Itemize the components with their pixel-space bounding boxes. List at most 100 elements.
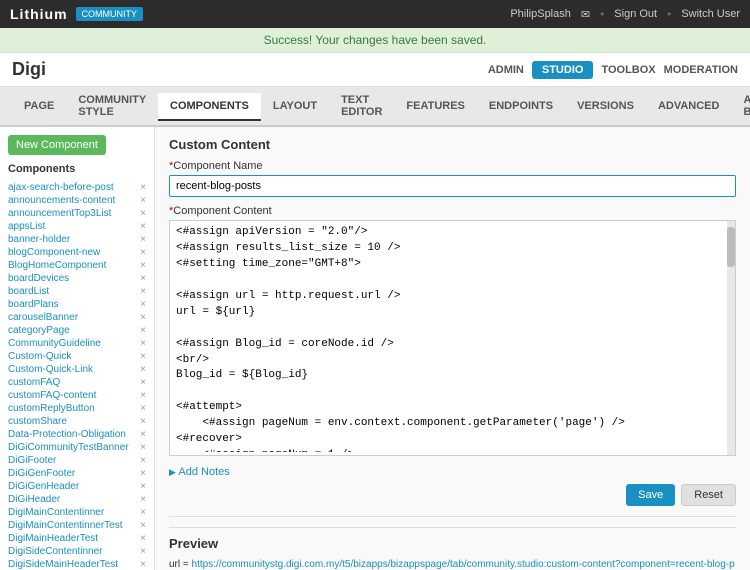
tab-features[interactable]: FEATURES <box>394 93 476 121</box>
component-item-close[interactable]: × <box>140 468 146 479</box>
sidebar-item[interactable]: announcements-content× <box>8 194 146 207</box>
code-scrollbar[interactable] <box>727 221 735 455</box>
custom-content-section: Custom Content *Component Name *Componen… <box>169 137 736 506</box>
component-item-label: customReplyButton <box>8 403 95 414</box>
component-item-close[interactable]: × <box>140 195 146 206</box>
component-item-close[interactable]: × <box>140 403 146 414</box>
save-button[interactable]: Save <box>626 484 675 506</box>
component-item-label: boardList <box>8 286 49 297</box>
component-item-close[interactable]: × <box>140 247 146 258</box>
tab-text-editor[interactable]: TEXT EDITOR <box>329 87 394 127</box>
component-item-close[interactable]: × <box>140 208 146 219</box>
sidebar-item[interactable]: blogComponent-new× <box>8 246 146 259</box>
sidebar-section-title: Components <box>8 163 146 175</box>
sidebar-item[interactable]: customFAQ × <box>8 376 146 389</box>
component-item-close[interactable]: × <box>140 221 146 232</box>
component-item-close[interactable]: × <box>140 455 146 466</box>
tab-community-style[interactable]: COMMUNITY STYLE <box>66 87 158 127</box>
component-item-label: announcementTop3List <box>8 208 111 219</box>
component-item-label: CommunityGuideline <box>8 338 101 349</box>
sidebar-item[interactable]: ajax-search-before-post× <box>8 181 146 194</box>
component-content-textarea[interactable]: <#assign apiVersion = "2.0"/> <#assign r… <box>170 221 727 452</box>
sidebar-item[interactable]: BlogHomeComponent × <box>8 259 146 272</box>
component-item-close[interactable]: × <box>140 429 146 440</box>
sidebar-item[interactable]: announcementTop3List × <box>8 207 146 220</box>
component-item-label: customFAQ <box>8 377 60 388</box>
component-item-close[interactable]: × <box>140 442 146 453</box>
component-item-close[interactable]: × <box>140 273 146 284</box>
component-name-input[interactable] <box>169 175 736 197</box>
sidebar-item[interactable]: boardPlans× <box>8 298 146 311</box>
sidebar-item[interactable]: banner-holder× <box>8 233 146 246</box>
component-item-close[interactable]: × <box>140 364 146 375</box>
component-item-label: DigiSideContentinner <box>8 546 103 557</box>
sidebar-item[interactable]: DiGiGenHeader× <box>8 480 146 493</box>
moderation-link[interactable]: MODERATION <box>664 64 738 76</box>
component-item-close[interactable]: × <box>140 390 146 401</box>
component-item-close[interactable]: × <box>140 377 146 388</box>
reset-button[interactable]: Reset <box>681 484 736 506</box>
tab-endpoints[interactable]: ENDPOINTS <box>477 93 565 121</box>
sidebar-items-list: ajax-search-before-post×announcements-co… <box>8 181 146 570</box>
sidebar-item[interactable]: boardList × <box>8 285 146 298</box>
component-item-close[interactable]: × <box>140 286 146 297</box>
sidebar-item[interactable]: DigiMainContentinner× <box>8 506 146 519</box>
sidebar-item[interactable]: DiGiHeader× <box>8 493 146 506</box>
component-item-close[interactable]: × <box>140 338 146 349</box>
sidebar-item[interactable]: boardDevices× <box>8 272 146 285</box>
component-item-close[interactable]: × <box>140 234 146 245</box>
sidebar-item[interactable]: Custom-Quick-Link× <box>8 363 146 376</box>
sidebar-item[interactable]: DigiSideMainHeaderTest× <box>8 558 146 570</box>
component-item-close[interactable]: × <box>140 507 146 518</box>
component-item-label: BlogHomeComponent <box>8 260 106 271</box>
section-title: Custom Content <box>169 137 736 152</box>
tab-page[interactable]: PAGE <box>12 93 66 121</box>
sidebar-item[interactable]: Custom-Quick× <box>8 350 146 363</box>
component-item-close[interactable]: × <box>140 481 146 492</box>
sidebar-item[interactable]: appsList× <box>8 220 146 233</box>
component-item-close[interactable]: × <box>140 351 146 362</box>
page-header: Digi ADMIN STUDIO TOOLBOX MODERATION <box>0 53 750 87</box>
tab-versions[interactable]: VERSIONS <box>565 93 646 121</box>
sidebar-item[interactable]: DiGiGenFooter× <box>8 467 146 480</box>
component-item-close[interactable]: × <box>140 546 146 557</box>
component-item-close[interactable]: × <box>140 182 146 193</box>
component-item-close[interactable]: × <box>140 520 146 531</box>
tab-layout[interactable]: LAYOUT <box>261 93 329 121</box>
admin-link[interactable]: ADMIN <box>488 64 524 76</box>
studio-button[interactable]: STUDIO <box>532 61 594 79</box>
separator2: • <box>667 7 671 21</box>
component-item-close[interactable]: × <box>140 494 146 505</box>
new-component-button[interactable]: New Component <box>8 135 106 155</box>
sidebar-item[interactable]: customReplyButton × <box>8 402 146 415</box>
code-scrollbar-thumb[interactable] <box>727 227 735 267</box>
success-banner: Success! Your changes have been saved. <box>0 28 750 53</box>
sidebar-item[interactable]: carouselBanner× <box>8 311 146 324</box>
sidebar-item[interactable]: Data-Protection-Obligation× <box>8 428 146 441</box>
sidebar: New Component Components ajax-search-bef… <box>0 127 155 570</box>
sidebar-item[interactable]: categoryPage× <box>8 324 146 337</box>
sidebar-item[interactable]: DiGiCommunityTestBanner× <box>8 441 146 454</box>
sidebar-item[interactable]: DiGiFooter× <box>8 454 146 467</box>
toolbox-link[interactable]: TOOLBOX <box>601 64 655 76</box>
tab-api-browser[interactable]: API BROWSER <box>731 87 750 127</box>
sidebar-item[interactable]: customFAQ-content× <box>8 389 146 402</box>
content-area: Custom Content *Component Name *Componen… <box>155 127 750 570</box>
component-item-close[interactable]: × <box>140 416 146 427</box>
sidebar-item[interactable]: customShare× <box>8 415 146 428</box>
switch-user-link[interactable]: Switch User <box>681 8 740 20</box>
sidebar-item[interactable]: DigiMainHeaderTest× <box>8 532 146 545</box>
sign-out-link[interactable]: Sign Out <box>614 8 657 20</box>
component-item-close[interactable]: × <box>140 312 146 323</box>
component-item-close[interactable]: × <box>140 260 146 271</box>
email-icon[interactable]: ✉ <box>581 8 590 21</box>
tab-components[interactable]: COMPONENTS <box>158 93 261 121</box>
component-item-close[interactable]: × <box>140 533 146 544</box>
add-notes-link[interactable]: Add Notes <box>169 466 230 478</box>
component-item-close[interactable]: × <box>140 325 146 336</box>
sidebar-item[interactable]: DigiMainContentinnerTest× <box>8 519 146 532</box>
sidebar-item[interactable]: DigiSideContentinner × <box>8 545 146 558</box>
tab-advanced[interactable]: ADVANCED <box>646 93 732 121</box>
component-item-close[interactable]: × <box>140 299 146 310</box>
sidebar-item[interactable]: CommunityGuideline × <box>8 337 146 350</box>
